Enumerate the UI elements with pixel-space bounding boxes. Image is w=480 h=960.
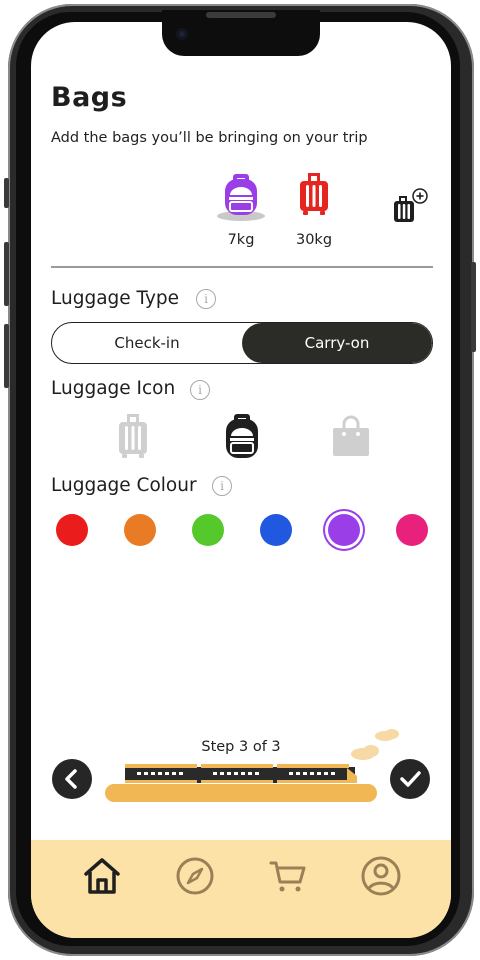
page-subtitle: Add the bags you’ll be bringing on your … bbox=[51, 130, 368, 146]
bag-item-suitcase[interactable]: 30kg bbox=[284, 170, 344, 248]
colour-swatch-blue[interactable] bbox=[260, 514, 292, 546]
luggage-type-option-carryon[interactable]: Carry-on bbox=[242, 323, 432, 363]
phone-volume-up bbox=[4, 242, 9, 306]
info-icon[interactable]: i bbox=[190, 380, 210, 400]
page-title: Bags bbox=[51, 82, 128, 113]
luggage-type-toggle: Check-in Carry-on bbox=[51, 322, 433, 364]
add-luggage-icon bbox=[394, 188, 428, 222]
checkmark-icon bbox=[400, 771, 421, 787]
luggage-icon-option-suitcase[interactable] bbox=[111, 412, 155, 460]
suitcase-icon bbox=[300, 173, 328, 215]
tab-home[interactable] bbox=[80, 854, 124, 898]
home-icon bbox=[84, 858, 120, 894]
tab-profile[interactable] bbox=[359, 854, 403, 898]
phone-volume-down bbox=[4, 324, 9, 388]
tab-explore[interactable] bbox=[173, 854, 217, 898]
back-button[interactable] bbox=[52, 759, 92, 799]
luggage-colour-label: Luggage Colour bbox=[51, 475, 197, 496]
front-camera bbox=[176, 28, 188, 40]
app-screen: Bags Add the bags you’ll be bringing on … bbox=[31, 22, 451, 938]
colour-swatch-orange[interactable] bbox=[124, 514, 156, 546]
progress-track bbox=[105, 784, 377, 802]
profile-icon bbox=[361, 856, 401, 896]
add-bag-button[interactable] bbox=[391, 186, 431, 226]
suitcase-icon bbox=[119, 414, 147, 458]
bag-weight: 30kg bbox=[295, 232, 333, 248]
chevron-left-icon bbox=[65, 769, 77, 789]
luggage-type-option-checkin[interactable]: Check-in bbox=[52, 323, 242, 363]
tab-cart[interactable] bbox=[266, 854, 310, 898]
luggage-icon-option-backpack[interactable] bbox=[220, 412, 264, 460]
info-icon[interactable]: i bbox=[196, 289, 216, 309]
backpack-icon bbox=[226, 414, 258, 458]
colour-swatch-green[interactable] bbox=[192, 514, 224, 546]
shopping-bag-icon bbox=[333, 415, 369, 456]
colour-swatch-pink[interactable] bbox=[396, 514, 428, 546]
compass-icon bbox=[176, 857, 214, 895]
bag-item-backpack[interactable]: 7kg bbox=[211, 170, 271, 248]
info-icon[interactable]: i bbox=[212, 476, 232, 496]
luggage-icon-label: Luggage Icon bbox=[51, 378, 176, 399]
phone-power-button bbox=[471, 262, 476, 352]
colour-swatch-purple[interactable] bbox=[328, 514, 360, 546]
confirm-button[interactable] bbox=[390, 759, 430, 799]
backpack-icon bbox=[217, 174, 265, 221]
train-progress-icon bbox=[125, 764, 357, 783]
phone-mute-switch bbox=[4, 178, 9, 208]
phone-speaker bbox=[206, 12, 276, 18]
luggage-icon-option-shopping-bag[interactable] bbox=[329, 412, 373, 460]
colour-swatch-red[interactable] bbox=[56, 514, 88, 546]
cart-icon bbox=[269, 861, 306, 892]
bag-weight: 7kg bbox=[227, 232, 255, 248]
luggage-type-label: Luggage Type bbox=[51, 288, 180, 309]
section-divider bbox=[51, 266, 433, 268]
